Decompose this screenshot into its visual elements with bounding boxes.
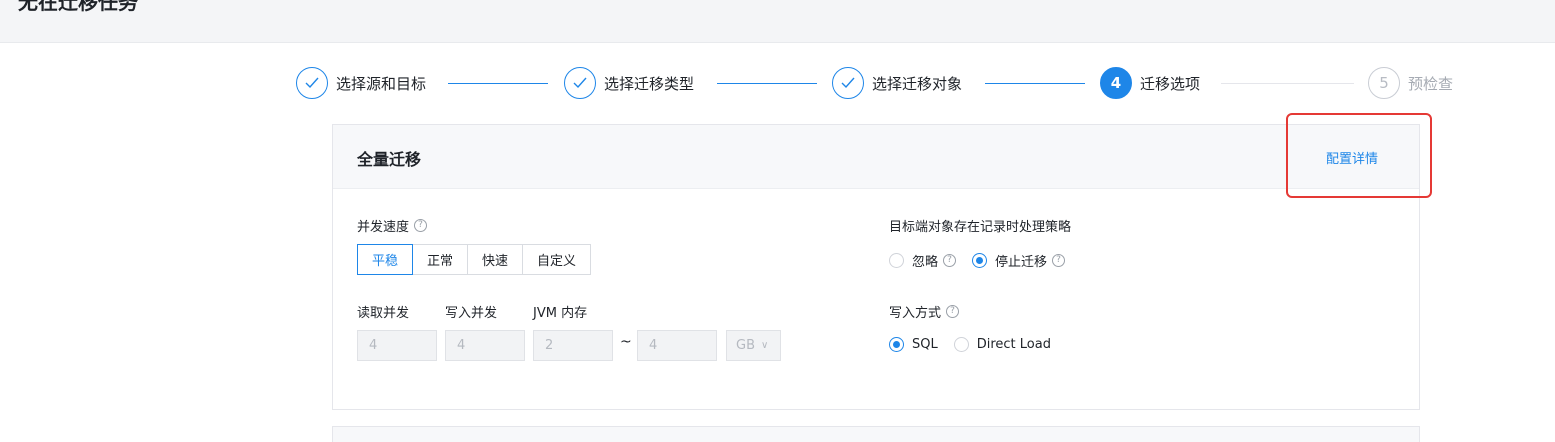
radio-direct-load[interactable]: Direct Load	[953, 337, 1051, 352]
concurrency-label: 并发速度 ?	[357, 216, 428, 235]
radio-label: SQL	[912, 337, 938, 352]
conflict-strategy-radio-group: 忽略 ? 停止迁移 ?	[889, 251, 1081, 270]
config-details-link[interactable]: 配置详情	[1326, 148, 1378, 167]
next-section-card	[332, 426, 1420, 442]
step-connector	[985, 83, 1085, 84]
step-label: 预检查	[1408, 74, 1454, 93]
write-mode-label: 写入方式 ?	[889, 302, 960, 321]
jvm-memory-max-input[interactable]: 4	[637, 330, 717, 361]
step-connector	[1221, 83, 1354, 84]
write-concurrency-input[interactable]: 4	[445, 330, 525, 361]
jvm-memory-label: JVM 内存	[533, 306, 588, 321]
step-label: 选择迁移对象	[872, 74, 963, 93]
jvm-memory-min-input[interactable]: 2	[533, 330, 613, 361]
page-title: 无在迁移任务	[18, 0, 138, 14]
write-mode-radio-group: SQL Direct Load	[889, 337, 1067, 352]
help-icon[interactable]: ?	[1052, 254, 1066, 267]
radio-circle-checked	[972, 253, 988, 268]
concurrency-option-normal[interactable]: 正常	[412, 244, 469, 275]
step-connector	[717, 83, 817, 84]
step-label: 迁移选项	[1140, 74, 1201, 93]
help-icon[interactable]: ?	[943, 254, 957, 267]
step-precheck: 5 预检查	[1368, 67, 1453, 99]
check-icon	[564, 67, 596, 99]
radio-circle-checked	[889, 337, 904, 352]
concurrency-selector: 平稳 正常 快速 自定义	[357, 244, 592, 275]
concurrency-option-stable[interactable]: 平稳	[357, 244, 414, 275]
help-icon[interactable]: ?	[414, 219, 428, 232]
step-migration-options: 4 迁移选项	[1100, 67, 1200, 99]
help-icon[interactable]: ?	[946, 305, 960, 318]
card-title: 全量迁移	[357, 150, 422, 169]
step-select-source-target[interactable]: 选择源和目标	[296, 67, 426, 99]
step-label: 选择迁移类型	[604, 74, 695, 93]
range-separator: ~	[620, 334, 632, 350]
memory-unit-select[interactable]: GB ∨	[726, 330, 781, 361]
step-number-badge: 4	[1100, 67, 1132, 99]
write-concurrency-label: 写入并发	[445, 306, 498, 321]
radio-sql[interactable]: SQL	[889, 337, 938, 352]
conflict-strategy-label: 目标端对象存在记录时处理策略	[889, 220, 1072, 235]
migration-page: 无在迁移任务 选择源和目标 选择迁移类型 选择迁移对象 4 迁移选项 5 预检查…	[0, 0, 1555, 442]
card-header: 全量迁移 配置详情	[333, 125, 1419, 189]
field-label-text: 写入方式	[889, 306, 942, 321]
radio-circle	[953, 337, 969, 352]
unit-value: GB	[736, 338, 755, 353]
step-progress: 选择源和目标 选择迁移类型 选择迁移对象 4 迁移选项 5 预检查	[0, 63, 1555, 103]
step-label: 选择源和目标	[336, 74, 427, 93]
step-number-badge: 5	[1368, 67, 1400, 99]
radio-ignore[interactable]: 忽略 ?	[889, 251, 957, 270]
check-icon	[296, 67, 328, 99]
field-label-text: 并发速度	[357, 220, 410, 235]
radio-label: 忽略	[912, 255, 939, 270]
read-concurrency-label: 读取并发	[357, 306, 410, 321]
chevron-down-icon: ∨	[761, 340, 769, 351]
radio-label: 停止迁移	[995, 255, 1048, 270]
step-select-migration-type[interactable]: 选择迁移类型	[564, 67, 694, 99]
step-connector	[448, 83, 548, 84]
concurrency-option-fast[interactable]: 快速	[467, 244, 524, 275]
concurrency-option-custom[interactable]: 自定义	[522, 244, 592, 275]
radio-stop-migration[interactable]: 停止迁移 ?	[972, 251, 1066, 270]
radio-circle	[889, 253, 904, 268]
step-select-migration-objects[interactable]: 选择迁移对象	[832, 67, 962, 99]
page-header: 无在迁移任务	[0, 0, 1555, 43]
radio-label: Direct Load	[976, 337, 1051, 352]
read-concurrency-input[interactable]: 4	[357, 330, 437, 361]
full-migration-card: 全量迁移 配置详情 并发速度 ? 平稳 正常 快速 自定义 读取并发 写入并发 …	[332, 124, 1420, 410]
check-icon	[832, 67, 864, 99]
